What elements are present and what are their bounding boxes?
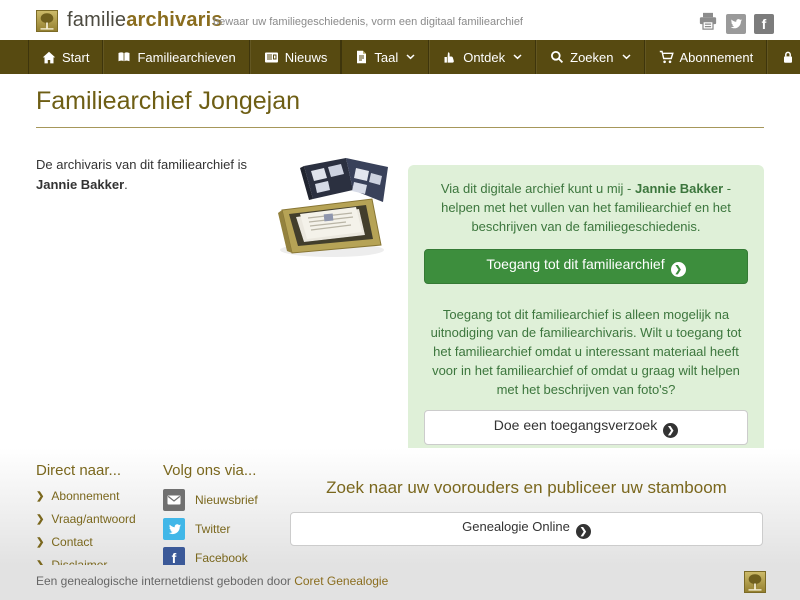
chevron-right-icon: ❯ [36,513,45,525]
coret-genealogie-link[interactable]: Coret Genealogie [294,574,388,588]
tree-logo-icon[interactable] [744,571,766,593]
direct-heading: Direct naar... [36,462,122,479]
brand-prefix: familie [67,9,127,31]
nav-item-ontdek[interactable]: Ontdek [429,40,537,74]
tree-logo-icon [36,9,58,32]
main-content: Familiearchief Jongejan De archivaris va… [0,74,800,461]
footer-link-twitter[interactable]: Twitter [163,518,258,540]
page-title: Familiearchief Jongejan [36,87,301,115]
intro-text: De archivaris van dit familiearchief is … [36,157,247,192]
search-icon [551,51,564,64]
footer-link-vraag-antwoord[interactable]: ❯ Vraag/antwoord [36,512,136,526]
footer-link-abonnement[interactable]: ❯ Abonnement [36,489,136,503]
nav-item-start[interactable]: Start [28,40,104,74]
footer-promo: Zoek naar uw voorouders en publiceer uw … [290,478,763,546]
header-social: f [698,11,774,36]
discover-icon [444,52,455,63]
print-icon[interactable] [698,11,718,36]
book-icon [118,52,130,62]
newsletter-icon [163,489,185,511]
footer-follow: Volg ons via... Nieuwsbrief Twitter f Fa… [163,462,258,576]
arrow-circle-icon: ❯ [575,524,591,539]
nav-item-familiearchieven[interactable]: Familiearchieven [103,40,250,74]
bottom-bar: Een genealogische internetdienst geboden… [0,565,800,600]
promo-heading: Zoek naar uw voorouders en publiceer uw … [326,478,727,497]
site-tagline: bewaar uw familiegeschiedenis, vorm een … [213,16,523,28]
home-icon [42,51,56,63]
brand-name: familiearchivaris [67,9,223,32]
invite-text: Via dit digitale archief kunt u mij - Ja… [440,181,732,234]
request-info-text: Toegang tot dit familiearchief is alleen… [430,306,742,397]
arrow-circle-icon: ❯ [663,422,679,438]
request-access-button[interactable]: Doe een toegangsverzoek ❯ [424,409,748,445]
twitter-icon[interactable] [726,13,746,34]
chevron-down-icon [622,54,631,60]
cart-icon [659,50,674,64]
lock-icon [784,51,793,63]
news-icon [264,52,278,62]
site-header: familiearchivaris bewaar uw familiegesch… [0,0,800,40]
brand-logo[interactable]: familiearchivaris [36,9,223,32]
archive-photo [258,152,400,267]
access-button[interactable]: Toegang tot dit familiearchief ❯ [424,248,748,284]
nav-item-taal[interactable]: Taal [341,40,430,74]
page: familiearchivaris bewaar uw familiegesch… [0,0,800,600]
chevron-down-icon [406,54,415,60]
chevron-right-icon: ❯ [36,536,45,548]
nav-item-nieuws[interactable]: Nieuws [249,40,342,74]
nav-right: Taal Ontdek Zoeken Abonnement Aanmelden [341,40,800,74]
brand-suffix: archivaris [126,9,223,31]
twitter-icon [163,518,185,540]
footer-link-nieuwsbrief[interactable]: Nieuwsbrief [163,489,258,511]
nav-left: Start Familiearchieven Nieuws [28,40,342,74]
chevron-right-icon: ❯ [36,490,45,502]
facebook-icon[interactable]: f [754,13,774,34]
archivist-name: Jannie Bakker [36,176,125,192]
nav-item-zoeken[interactable]: Zoeken [536,40,645,74]
nav-item-abonnement[interactable]: Abonnement [644,40,768,74]
nav-item-aanmelden[interactable]: Aanmelden [767,40,800,74]
access-panel: Via dit digitale archief kunt u mij - Ja… [408,165,764,461]
arrow-circle-icon: ❯ [670,261,686,277]
footer-link-contact[interactable]: ❯ Contact [36,535,136,549]
footer-direct: Direct naar... ❯ Abonnement ❯ Vraag/antwoo… [36,462,136,581]
language-icon [357,50,367,64]
footer: Direct naar... ❯ Abonnement ❯ Vraag/antwoo… [0,448,800,572]
credit-text: Een genealogische internetdienst geboden… [36,574,389,588]
chevron-down-icon [513,54,522,60]
genealogie-online-button[interactable]: Genealogie Online ❯ [290,512,763,546]
follow-heading: Volg ons via... [163,462,257,479]
main-nav: Start Familiearchieven Nieuws Taal Ontde… [0,40,800,74]
